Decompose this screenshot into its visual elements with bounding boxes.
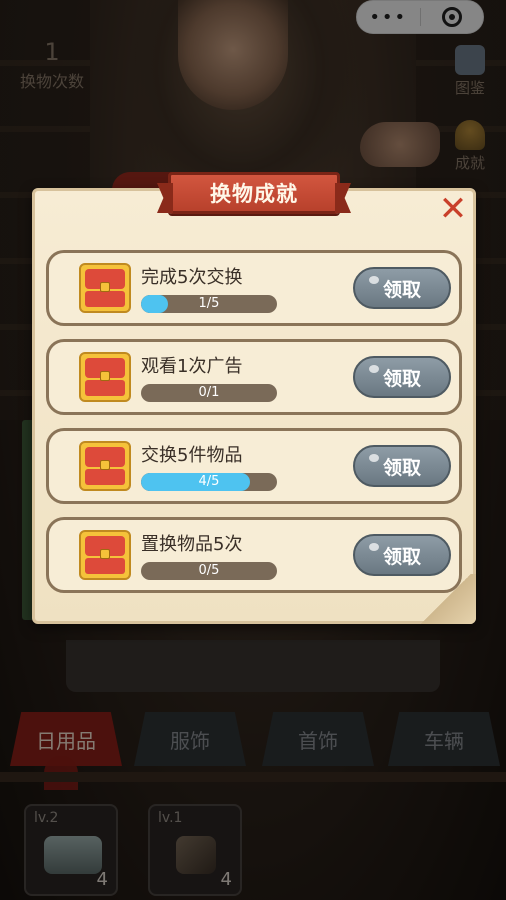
task-progress-bar: 0/5 bbox=[141, 562, 277, 580]
task-row: 置换物品5次 0/5 领取 bbox=[46, 517, 462, 593]
close-icon[interactable]: ✕ bbox=[436, 192, 470, 226]
modal-title: 换物成就 bbox=[168, 172, 340, 214]
claim-button[interactable]: 领取 bbox=[353, 356, 451, 398]
task-name: 置换物品5次 bbox=[141, 534, 243, 555]
chest-lock bbox=[100, 549, 110, 559]
task-row: 交换5件物品 4/5 领取 bbox=[46, 428, 462, 504]
progress-text: 4/5 bbox=[198, 474, 220, 489]
task-name: 交换5件物品 bbox=[141, 445, 243, 466]
chest-lock bbox=[100, 371, 110, 381]
task-row: 观看1次广告 0/1 领取 bbox=[46, 339, 462, 415]
claim-button[interactable]: 领取 bbox=[353, 267, 451, 309]
chest-lock bbox=[100, 460, 110, 470]
progress-text: 1/5 bbox=[198, 296, 220, 311]
claim-button[interactable]: 领取 bbox=[353, 534, 451, 576]
task-progress-bar: 1/5 bbox=[141, 295, 277, 313]
progress-text: 0/1 bbox=[198, 385, 220, 400]
task-name: 完成5次交换 bbox=[141, 267, 243, 288]
task-progress-bar: 4/5 bbox=[141, 473, 277, 491]
task-progress-bar: 0/1 bbox=[141, 384, 277, 402]
progress-text: 0/5 bbox=[198, 563, 220, 578]
claim-button[interactable]: 领取 bbox=[353, 445, 451, 487]
task-row: 完成5次交换 1/5 领取 bbox=[46, 250, 462, 326]
chest-lock bbox=[100, 282, 110, 292]
task-name: 观看1次广告 bbox=[141, 356, 243, 377]
